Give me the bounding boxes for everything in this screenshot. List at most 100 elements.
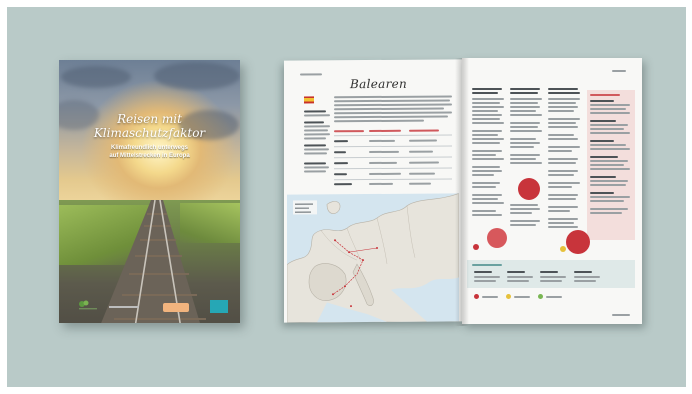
text-line	[590, 128, 624, 130]
table-rule	[334, 134, 452, 136]
partner-logo-text	[109, 306, 139, 308]
legend-label	[514, 296, 530, 298]
column-heading	[590, 94, 620, 96]
text-line	[304, 133, 330, 136]
spain-flag-icon	[304, 96, 314, 104]
text-line	[548, 158, 578, 160]
text-line	[590, 168, 630, 170]
table-rule	[334, 156, 452, 158]
text-line	[548, 146, 580, 148]
partner-logo-teal	[210, 300, 228, 313]
text-line	[548, 106, 578, 108]
text-line	[548, 186, 572, 188]
column-heading	[510, 88, 540, 90]
band-label	[540, 271, 558, 273]
text-line	[548, 98, 580, 100]
text-line	[304, 129, 328, 132]
text-line	[590, 180, 628, 182]
band-text	[507, 276, 533, 278]
text-line	[472, 214, 502, 216]
cover-subtitle-line-2: auf Mittelstrecken in Europa	[109, 153, 190, 159]
text-line	[334, 95, 452, 98]
table-cell	[369, 150, 399, 153]
text-line	[548, 134, 574, 136]
cover-subtitle: Klimafreundlich unterwegs auf Mittelstre…	[59, 144, 240, 160]
band-text	[507, 280, 529, 282]
text-line	[334, 107, 444, 110]
text-line	[510, 98, 542, 100]
text-line	[590, 104, 630, 106]
table-cell	[369, 161, 397, 164]
map-graphic	[287, 193, 459, 323]
band-text	[474, 276, 500, 278]
table-cell	[369, 172, 401, 175]
text-line	[590, 144, 626, 146]
brochure-gutter	[455, 58, 469, 326]
text-line	[590, 164, 624, 166]
text-line	[510, 208, 540, 210]
text-line	[472, 114, 502, 116]
table-cell	[369, 139, 395, 142]
text-line	[548, 122, 576, 124]
table-cell	[334, 173, 347, 175]
text-line	[334, 103, 452, 106]
text-line	[548, 194, 578, 196]
co2-bubble	[566, 230, 590, 254]
table-header	[369, 129, 401, 132]
text-line	[510, 146, 534, 148]
text-line	[590, 100, 614, 102]
running-header	[300, 73, 322, 76]
co2-bubble	[487, 228, 507, 248]
column-heading	[472, 92, 498, 94]
co2-bubble	[560, 246, 566, 252]
brochure-left-page: Balearen	[284, 59, 462, 323]
text-line	[472, 170, 502, 172]
cover-subtitle-line-1: Klimafreundlich unterwegs	[110, 145, 188, 151]
text-line	[548, 138, 578, 140]
table-cell	[369, 182, 393, 185]
text-line	[304, 170, 326, 173]
text-line	[334, 115, 448, 118]
text-line	[510, 110, 536, 112]
text-line	[548, 206, 578, 208]
cover-title-line-1: Reisen mit	[117, 112, 182, 126]
text-line	[510, 158, 536, 160]
table-cell	[334, 162, 348, 164]
booklet-cover: Reisen mit Klimaschutzfaktor Klimafreund…	[59, 60, 240, 323]
text-line	[472, 158, 504, 160]
page-footer	[612, 314, 630, 316]
text-line	[472, 138, 504, 140]
text-line	[548, 226, 578, 228]
text-line	[548, 118, 580, 120]
text-line	[510, 204, 538, 206]
table-header	[409, 129, 439, 132]
text-line	[472, 142, 500, 144]
text-line	[472, 98, 504, 100]
text-line	[304, 152, 327, 155]
text-line	[304, 114, 330, 117]
page-title: Balearen	[350, 76, 408, 92]
text-line	[472, 182, 500, 184]
table-header	[334, 130, 364, 132]
text-line	[590, 148, 630, 150]
table-cell	[334, 140, 348, 142]
table-cell	[409, 182, 431, 185]
text-line	[510, 162, 542, 164]
text-line	[510, 224, 536, 226]
text-line	[548, 170, 578, 172]
text-line	[472, 106, 504, 108]
text-line	[304, 125, 330, 128]
text-line	[472, 130, 502, 132]
column-heading	[510, 92, 538, 94]
text-line	[304, 162, 326, 165]
legend-label	[546, 296, 562, 298]
text-line	[510, 106, 540, 108]
text-line	[590, 112, 630, 114]
text-line	[472, 118, 500, 120]
open-brochure: Balearen	[284, 58, 642, 326]
legend-dot-green	[538, 294, 543, 299]
text-line	[472, 202, 504, 204]
text-line	[304, 148, 329, 151]
band-heading	[472, 264, 502, 266]
table-rule	[334, 145, 452, 147]
